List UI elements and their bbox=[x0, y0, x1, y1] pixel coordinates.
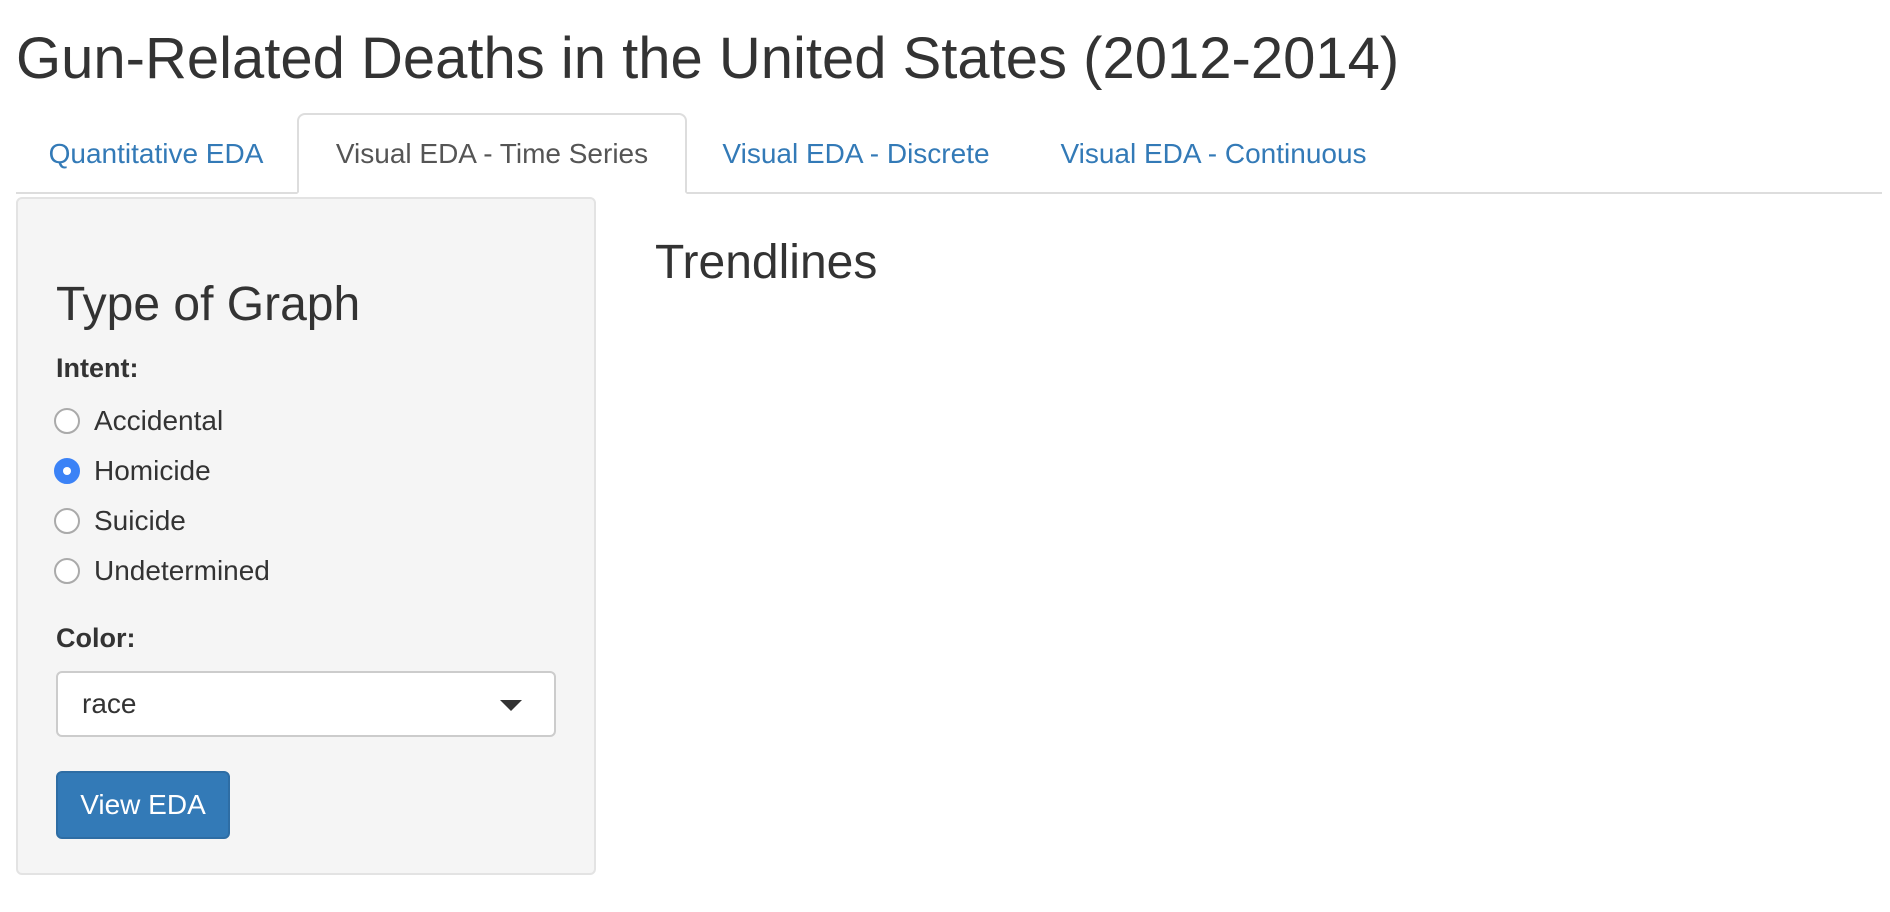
color-select[interactable]: race bbox=[56, 671, 556, 737]
radio-label: Undetermined bbox=[94, 555, 270, 586]
radio-button[interactable] bbox=[54, 408, 80, 434]
intent-label: Intent: bbox=[56, 353, 139, 383]
sidebar-heading: Type of Graph bbox=[56, 278, 361, 331]
sidebar-panel: Type of Graph Intent: Accidental Homicid… bbox=[16, 197, 596, 875]
radio-label: Accidental bbox=[94, 405, 224, 436]
tab-visual-eda-continuous[interactable]: Visual EDA - Continuous bbox=[1036, 113, 1391, 194]
chevron-down-icon bbox=[500, 700, 522, 711]
radio-option-accidental[interactable]: Accidental bbox=[54, 401, 223, 441]
radio-button[interactable] bbox=[54, 508, 80, 534]
tab-visual-eda-time-series[interactable]: Visual EDA - Time Series bbox=[297, 113, 687, 194]
radio-option-suicide[interactable]: Suicide bbox=[54, 501, 186, 541]
tab-quantitative-eda[interactable]: Quantitative EDA bbox=[32, 113, 280, 194]
radio-option-undetermined[interactable]: Undetermined bbox=[54, 551, 270, 591]
main-heading: Trendlines bbox=[655, 236, 878, 289]
color-label: Color: bbox=[56, 623, 136, 653]
tab-bar: Quantitative EDA Visual EDA - Time Serie… bbox=[16, 113, 1882, 194]
radio-button-checked[interactable] bbox=[54, 458, 80, 484]
page-title: Gun-Related Deaths in the United States … bbox=[16, 26, 1400, 91]
radio-label: Suicide bbox=[94, 505, 186, 536]
view-eda-button[interactable]: View EDA bbox=[56, 771, 230, 839]
radio-option-homicide[interactable]: Homicide bbox=[54, 451, 211, 491]
page: Gun-Related Deaths in the United States … bbox=[0, 0, 1890, 912]
tab-visual-eda-discrete[interactable]: Visual EDA - Discrete bbox=[706, 113, 1006, 194]
radio-label: Homicide bbox=[94, 455, 211, 486]
radio-button[interactable] bbox=[54, 558, 80, 584]
color-select-value: race bbox=[82, 688, 137, 719]
